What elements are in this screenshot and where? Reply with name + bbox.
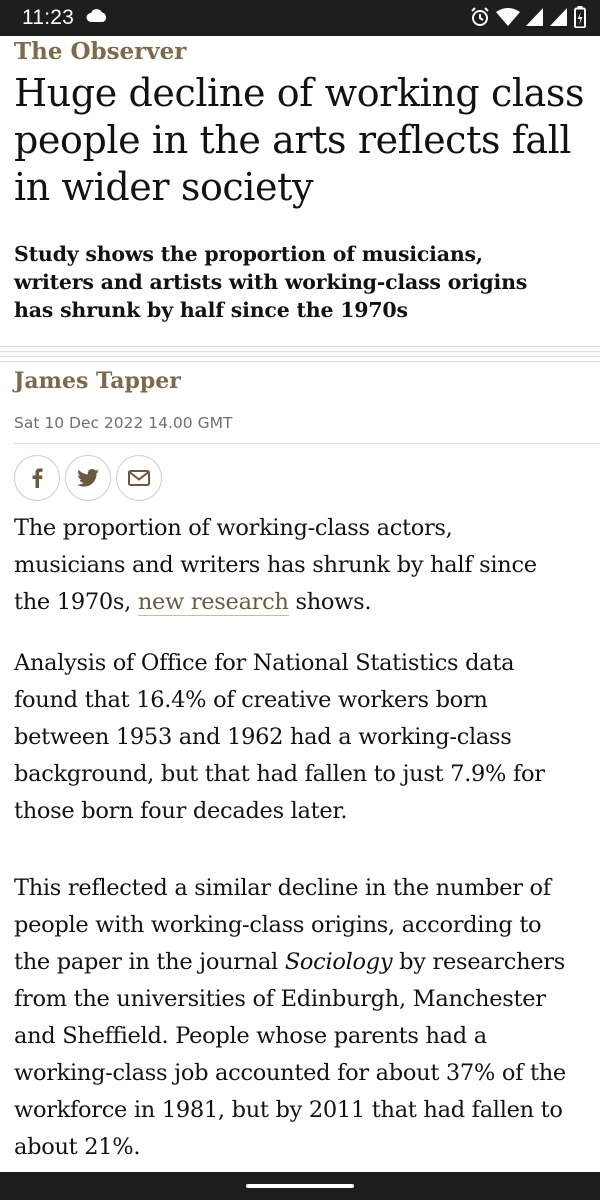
- paragraph-line: This reflected a similar decline in the …: [14, 875, 551, 901]
- article-paragraph: Analysis of Office for National Statisti…: [14, 645, 594, 830]
- article-paragraph: This reflected a similar decline in the …: [14, 870, 594, 1166]
- author-link[interactable]: James Tapper: [14, 368, 181, 394]
- paragraph-line: musicians and writers has shrunk by half…: [14, 552, 537, 578]
- paragraph-line: the 1970s, new research shows.: [14, 584, 594, 621]
- new-research-link[interactable]: new research: [137, 589, 289, 616]
- headline-line: people in the arts reflects fall: [14, 118, 572, 162]
- share-email-button[interactable]: [116, 455, 162, 501]
- text-fragment: the paper in the journal: [14, 949, 285, 975]
- signal-icon: [526, 8, 543, 26]
- section-divider: [0, 346, 600, 362]
- battery-icon: [574, 6, 586, 28]
- home-gesture-handle[interactable]: [246, 1184, 354, 1188]
- paragraph-line: background, but that had fallen to just …: [14, 761, 545, 787]
- paragraph-line: workforce in 1981, but by 2011 that had …: [14, 1097, 563, 1123]
- standfirst-line: Study shows the proportion of musicians,: [14, 242, 483, 266]
- twitter-icon: [77, 469, 99, 487]
- status-icons: [470, 6, 586, 28]
- article-paragraph: The proportion of working-class actors, …: [14, 510, 594, 621]
- share-twitter-button[interactable]: [65, 455, 111, 501]
- status-bar: 11:23: [0, 0, 600, 36]
- paragraph-line: The proportion of working-class actors,: [14, 515, 453, 541]
- navigation-bar: [0, 1172, 600, 1200]
- standfirst: Study shows the proportion of musicians,…: [14, 240, 589, 324]
- paragraph-line: between 1953 and 1962 had a working-clas…: [14, 724, 512, 750]
- publication-name: The Observer: [14, 38, 187, 65]
- facebook-icon: [32, 468, 43, 488]
- share-facebook-button[interactable]: [14, 455, 60, 501]
- paragraph-line: those born four decades later.: [14, 798, 348, 824]
- paragraph-line: Analysis of Office for National Statisti…: [14, 650, 515, 676]
- text-fragment: shows.: [288, 589, 372, 615]
- paragraph-line: about 21%.: [14, 1134, 141, 1160]
- headline-line: Huge decline of working class: [14, 71, 585, 115]
- paragraph-line: found that 16.4% of creative workers bor…: [14, 687, 488, 713]
- paragraph-line: the paper in the journal Sociology by re…: [14, 944, 594, 981]
- email-icon: [128, 470, 150, 486]
- wifi-icon: [496, 8, 520, 26]
- share-buttons: [14, 455, 162, 501]
- headline-line: in wider society: [14, 165, 314, 209]
- headline: Huge decline of working class people in …: [14, 70, 589, 211]
- standfirst-line: writers and artists with working-class o…: [14, 270, 528, 294]
- status-time: 11:23: [22, 6, 74, 29]
- journal-name: Sociology: [284, 949, 393, 975]
- cloud-icon: [86, 9, 107, 22]
- paragraph-line: working-class job accounted for about 37…: [14, 1060, 566, 1086]
- alarm-icon: [471, 7, 489, 26]
- paragraph-line: and Sheffield. People whose parents had …: [14, 1023, 487, 1049]
- paragraph-line: people with working-class origins, accor…: [14, 912, 542, 938]
- signal-icon: [550, 8, 567, 26]
- publish-date: Sat 10 Dec 2022 14.00 GMT: [14, 414, 233, 432]
- text-fragment: the 1970s,: [14, 589, 138, 615]
- text-fragment: by researchers: [392, 949, 566, 975]
- divider: [14, 443, 600, 444]
- paragraph-line: from the universities of Edinburgh, Manc…: [14, 986, 546, 1012]
- standfirst-line: has shrunk by half since the 1970s: [14, 298, 408, 322]
